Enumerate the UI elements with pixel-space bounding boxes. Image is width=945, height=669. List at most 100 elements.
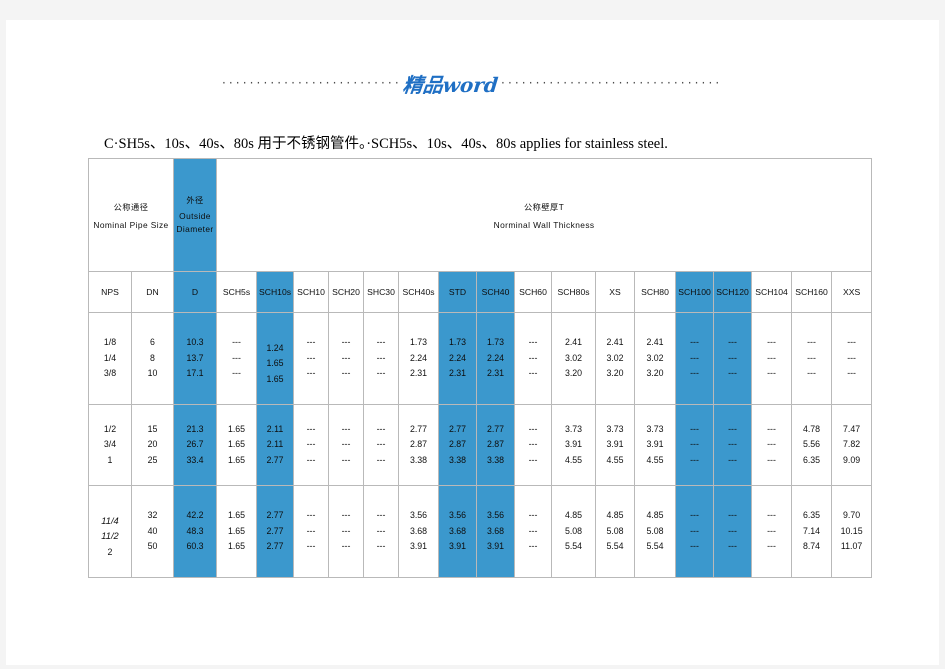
cell-std: 1.73 2.24 2.31 — [438, 312, 478, 405]
cell-value: 3.68 — [486, 525, 505, 536]
cell-value: --- — [728, 525, 737, 536]
cell-value: 3.73 — [564, 423, 583, 434]
cell-sch10s: 2.77 2.77 2.77 — [256, 485, 295, 578]
cell-sch104: --- --- --- — [751, 312, 793, 405]
cell-dn: 32 40 50 — [130, 485, 175, 578]
cell-value: 6.35 — [802, 454, 821, 465]
cell-sch10: --- --- --- — [293, 312, 330, 405]
cell-sch120: --- --- --- — [713, 312, 753, 405]
cell-value: --- — [232, 368, 241, 379]
cell-value: 26.7 — [186, 439, 204, 450]
document-page: ····························· 精品word ···… — [6, 20, 939, 665]
cell-value: 2.24 — [448, 352, 467, 363]
cell-value: 48.3 — [186, 525, 204, 536]
cell-xs: 2.41 3.02 3.20 — [595, 312, 636, 405]
cell-value: 3.56 — [448, 510, 467, 521]
cell-shc30: --- --- --- — [363, 312, 400, 405]
column-header-shc30: SHC30 — [363, 271, 400, 313]
column-header-sch80: SCH80 — [634, 271, 677, 313]
cell-value: --- — [306, 510, 316, 521]
cell-value: --- — [376, 352, 386, 363]
cell-value: --- — [306, 337, 316, 348]
cell-value: --- — [376, 337, 386, 348]
cell-value: 7.47 — [843, 423, 861, 434]
cell-value: 10 — [147, 368, 158, 379]
cell-value: 3/8 — [103, 368, 117, 379]
cell-value: --- — [767, 525, 776, 536]
cell-sch20: --- --- --- — [328, 485, 365, 578]
cell-value: --- — [232, 352, 241, 363]
cell-value: 2.87 — [486, 439, 505, 450]
cell-nps: 11/4 11/2 2 — [88, 485, 132, 578]
cell-value: 2.77 — [266, 541, 284, 552]
cell-value: 5.54 — [564, 541, 583, 552]
column-header-sch60: SCH60 — [514, 271, 553, 313]
cell-value: 3.73 — [606, 423, 624, 434]
cell-value: --- — [376, 423, 386, 434]
cell-value: 42.2 — [186, 510, 204, 521]
cell-value: --- — [728, 439, 737, 450]
column-header-sch5s: SCH5s — [216, 271, 258, 313]
cell-value: 50 — [147, 541, 158, 552]
cell-sch160: 6.35 7.14 8.74 — [791, 485, 833, 578]
cell-value: 1.65 — [227, 454, 246, 465]
cell-value: 15 — [147, 423, 158, 434]
cell-sch10: --- --- --- — [293, 485, 330, 578]
cell-value: 1.73 — [486, 337, 505, 348]
cell-value: 3.38 — [486, 454, 505, 465]
cell-value: --- — [728, 510, 737, 521]
cell-value: --- — [528, 454, 538, 465]
table-caption: C·SH5s、10s、40s、80s 用于不锈钢管件。·SCH5s、10s、40… — [104, 136, 668, 152]
cell-value: --- — [528, 352, 538, 363]
cell-value: 4.85 — [564, 510, 583, 521]
cell-value: 2.11 — [266, 439, 284, 450]
group-header-en: Nominal Pipe Size — [93, 219, 169, 230]
cell-value: 3.20 — [564, 368, 583, 379]
cell-value: 3.91 — [646, 439, 664, 450]
cell-sch10: --- --- --- — [293, 404, 330, 486]
cell-value: 25 — [147, 454, 158, 465]
table-row-group: 1/2 3/4 1 15 20 25 21.3 26.7 33.4 1.65 1.65 1.65 2.1… — [88, 404, 873, 486]
cell-value: --- — [341, 541, 351, 552]
cell-std: 3.56 3.68 3.91 — [438, 485, 478, 578]
cell-sch40: 1.73 2.24 2.31 — [476, 312, 516, 405]
cell-value: 3.68 — [448, 525, 467, 536]
cell-value: 1.65 — [227, 525, 246, 536]
cell-value: 7.82 — [843, 439, 861, 450]
cell-sch104: --- --- --- — [751, 404, 793, 486]
cell-value: 3.91 — [606, 439, 624, 450]
cell-value: 1.24 — [266, 342, 284, 353]
cell-value: --- — [767, 352, 776, 363]
cell-value: 20 — [147, 439, 158, 450]
cell-value: 6.35 — [802, 510, 821, 521]
cell-value: --- — [767, 439, 776, 450]
cell-value: 17.1 — [186, 368, 204, 379]
cell-value: --- — [847, 352, 856, 363]
cell-value: 3.38 — [409, 454, 428, 465]
cell-sch40: 3.56 3.68 3.91 — [476, 485, 516, 578]
cell-value: 4.85 — [646, 510, 664, 521]
table-column-header-row: NPS DN D SCH5s SCH10s SCH10 SCH20 SHC30 SCH40s ST… — [88, 271, 873, 313]
cell-value: --- — [376, 510, 386, 521]
group-header-cell: 外径 Outside Diameter — [173, 158, 218, 272]
cell-value: 4.78 — [802, 423, 821, 434]
cell-value: --- — [528, 510, 538, 521]
cell-value: 4.85 — [606, 510, 624, 521]
cell-value: --- — [847, 368, 856, 379]
cell-d: 42.2 48.3 60.3 — [173, 485, 218, 578]
cell-value: 40 — [147, 525, 158, 536]
cell-sch80: 2.41 3.02 3.20 — [634, 312, 677, 405]
cell-xxs: --- --- --- — [831, 312, 873, 405]
cell-value: 2 — [107, 546, 113, 557]
cell-value: 1 — [107, 454, 113, 465]
cell-value: 2.77 — [486, 423, 505, 434]
cell-value: 2.77 — [448, 423, 467, 434]
cell-value: 2.11 — [266, 423, 284, 434]
cell-sch40s: 3.56 3.68 3.91 — [398, 485, 440, 578]
cell-nps: 1/2 3/4 1 — [88, 404, 132, 486]
cell-value: --- — [767, 510, 776, 521]
page-watermark: ····························· 精品word ···… — [6, 63, 939, 103]
cell-sch40: 2.77 2.87 3.38 — [476, 404, 516, 486]
group-header-cell: 公称通径 Nominal Pipe Size — [87, 158, 175, 272]
cell-value: --- — [767, 454, 776, 465]
